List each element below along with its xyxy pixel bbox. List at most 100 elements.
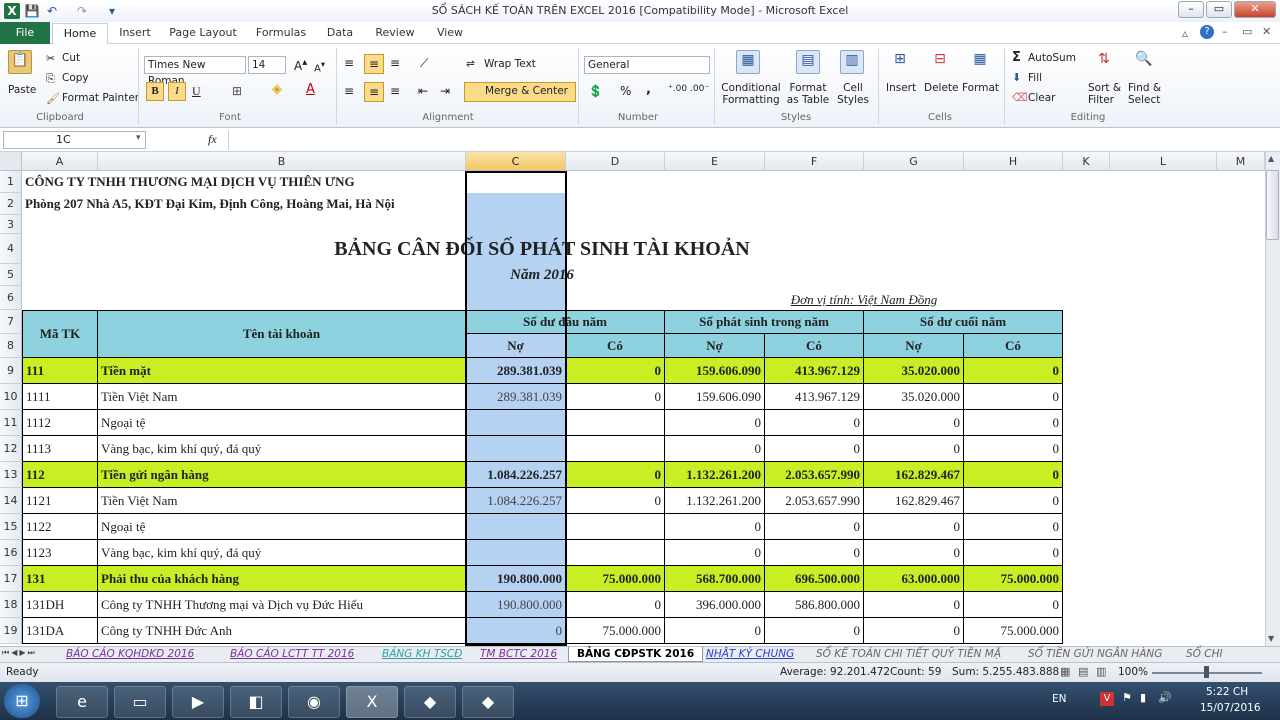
- amount-cell[interactable]: 2.053.657.990: [765, 488, 864, 514]
- amount-cell[interactable]: 0: [864, 514, 964, 540]
- header-name[interactable]: Tên tài khoản: [98, 310, 466, 358]
- sort-filter-button[interactable]: Sort & Filter: [1088, 82, 1124, 106]
- account-code[interactable]: 131: [22, 566, 98, 592]
- font-size-select[interactable]: 14: [248, 56, 286, 74]
- row-header[interactable]: 4: [0, 234, 22, 264]
- excel-taskbar-icon[interactable]: X: [346, 686, 398, 718]
- normal-view-icon[interactable]: ▦: [1060, 665, 1070, 678]
- start-button[interactable]: ⊞: [4, 684, 40, 718]
- column-header-h[interactable]: H: [964, 152, 1063, 171]
- amount-cell[interactable]: 0: [566, 462, 665, 488]
- clock-time[interactable]: 5:22 CH: [1206, 686, 1248, 698]
- find-select-button[interactable]: Find & Select: [1128, 82, 1168, 106]
- wrap-text-button[interactable]: Wrap Text: [484, 58, 536, 70]
- tab-formulas[interactable]: Formulas: [252, 22, 310, 44]
- header-credit[interactable]: Có: [566, 334, 665, 358]
- cell-styles-button[interactable]: Cell Styles: [834, 82, 872, 106]
- account-name[interactable]: Công ty TNHH Thương mại và Dịch vụ Đức H…: [98, 592, 466, 618]
- amount-cell[interactable]: 159.606.090: [665, 358, 765, 384]
- tab-data[interactable]: Data: [322, 22, 358, 44]
- row-header[interactable]: 19: [0, 618, 22, 644]
- header-debit[interactable]: Nợ: [466, 334, 566, 358]
- minimize-button[interactable]: –: [1178, 1, 1204, 18]
- column-header-m[interactable]: M: [1217, 152, 1265, 171]
- sheet-tab[interactable]: BẢNG CĐPSTK 2016: [568, 647, 704, 662]
- borders-icon[interactable]: ⊞: [232, 84, 242, 98]
- amount-cell[interactable]: 1.084.226.257: [466, 488, 566, 514]
- column-header-g[interactable]: G: [864, 152, 964, 171]
- conditional-formatting-button[interactable]: Conditional Formatting: [720, 82, 782, 106]
- header-opening-balance[interactable]: Số dư đầu năm: [466, 310, 665, 334]
- undo-icon[interactable]: ↶: [44, 3, 60, 19]
- increase-decimal-icon[interactable]: ⁺.00: [668, 84, 687, 94]
- account-name[interactable]: Vàng bạc, kim khí quý, đá quý: [98, 540, 466, 566]
- account-name[interactable]: Tiền Việt Nam: [98, 488, 466, 514]
- amount-cell[interactable]: 696.500.000: [765, 566, 864, 592]
- copy-button[interactable]: Copy: [62, 72, 89, 84]
- amount-cell[interactable]: 0: [864, 540, 964, 566]
- account-code[interactable]: 1122: [22, 514, 98, 540]
- autosum-button[interactable]: AutoSum: [1028, 52, 1076, 64]
- amount-cell[interactable]: [466, 540, 566, 566]
- unikey-icon[interactable]: V: [1100, 692, 1114, 706]
- app-taskbar-icon[interactable]: ◧: [230, 686, 282, 718]
- workbook-minimize-icon[interactable]: –: [1222, 25, 1228, 38]
- amount-cell[interactable]: 75.000.000: [964, 618, 1063, 644]
- chrome-taskbar-icon[interactable]: ◉: [288, 686, 340, 718]
- account-code[interactable]: 131DH: [22, 592, 98, 618]
- header-debit[interactable]: Nợ: [864, 334, 964, 358]
- amount-cell[interactable]: 0: [566, 592, 665, 618]
- zoom-level[interactable]: 100%: [1118, 666, 1148, 678]
- vertical-scroll-thumb[interactable]: [1266, 170, 1279, 240]
- app3-taskbar-icon[interactable]: ◆: [462, 686, 514, 718]
- row-header[interactable]: 7: [0, 310, 22, 334]
- amount-cell[interactable]: 0: [765, 436, 864, 462]
- amount-cell[interactable]: [566, 514, 665, 540]
- sheet-tab[interactable]: SỔ TIỀN GỬI NGÂN HÀNG: [1020, 647, 1170, 662]
- row-header[interactable]: 16: [0, 540, 22, 566]
- save-icon[interactable]: 💾: [24, 3, 40, 19]
- amount-cell[interactable]: 35.020.000: [864, 358, 964, 384]
- account-name[interactable]: Công ty TNHH Đức Anh: [98, 618, 466, 644]
- amount-cell[interactable]: 0: [964, 384, 1063, 410]
- row-header[interactable]: 8: [0, 334, 22, 358]
- header-credit[interactable]: Có: [765, 334, 864, 358]
- explorer-taskbar-icon[interactable]: ▭: [114, 686, 166, 718]
- clock-date[interactable]: 15/07/2016: [1200, 702, 1261, 714]
- amount-cell[interactable]: 0: [765, 514, 864, 540]
- column-header-e[interactable]: E: [665, 152, 765, 171]
- amount-cell[interactable]: 0: [964, 540, 1063, 566]
- tab-review[interactable]: Review: [370, 22, 420, 44]
- font-name-select[interactable]: Times New Roman: [144, 56, 246, 87]
- number-format-select[interactable]: General: [584, 56, 710, 74]
- account-code[interactable]: 1112: [22, 410, 98, 436]
- amount-cell[interactable]: 0: [665, 618, 765, 644]
- sheet-nav-arrows-icon[interactable]: ⏮◀▶⏭: [2, 648, 37, 658]
- company-name[interactable]: CÔNG TY TNHH THƯƠNG MẠI DỊCH VỤ THIÊN ƯN…: [22, 171, 466, 193]
- orientation-icon[interactable]: ⟋: [420, 56, 428, 71]
- amount-cell[interactable]: [566, 436, 665, 462]
- paste-button[interactable]: Paste: [8, 84, 36, 96]
- account-code[interactable]: 131DA: [22, 618, 98, 644]
- row-header[interactable]: 18: [0, 592, 22, 618]
- amount-cell[interactable]: [566, 540, 665, 566]
- comma-style-button[interactable]: ,: [646, 82, 651, 97]
- account-code[interactable]: 111: [22, 358, 98, 384]
- row-header[interactable]: 14: [0, 488, 22, 514]
- decrease-decimal-icon[interactable]: .00⁻: [690, 84, 709, 94]
- font-color-icon[interactable]: A: [306, 82, 315, 97]
- header-credit[interactable]: Có: [964, 334, 1063, 358]
- amount-cell[interactable]: 75.000.000: [566, 566, 665, 592]
- sheet-tab[interactable]: NHẬT KÝ CHUNG: [698, 647, 802, 662]
- column-header-b[interactable]: B: [98, 152, 466, 171]
- align-top-icon[interactable]: ≡: [344, 56, 354, 70]
- amount-cell[interactable]: 0: [864, 410, 964, 436]
- minimize-ribbon-icon[interactable]: ▵: [1182, 26, 1188, 40]
- row-header[interactable]: 1: [0, 171, 22, 193]
- redo-icon[interactable]: ↷: [74, 3, 90, 19]
- worksheet-grid[interactable]: A B C D E F G H K L M 1 2 3 4 5 6 7 8 9 10 11 12 13 1…: [0, 152, 1265, 646]
- amount-cell[interactable]: 0: [566, 488, 665, 514]
- amount-cell[interactable]: 0: [964, 462, 1063, 488]
- amount-cell[interactable]: 75.000.000: [964, 566, 1063, 592]
- amount-cell[interactable]: 190.800.000: [466, 592, 566, 618]
